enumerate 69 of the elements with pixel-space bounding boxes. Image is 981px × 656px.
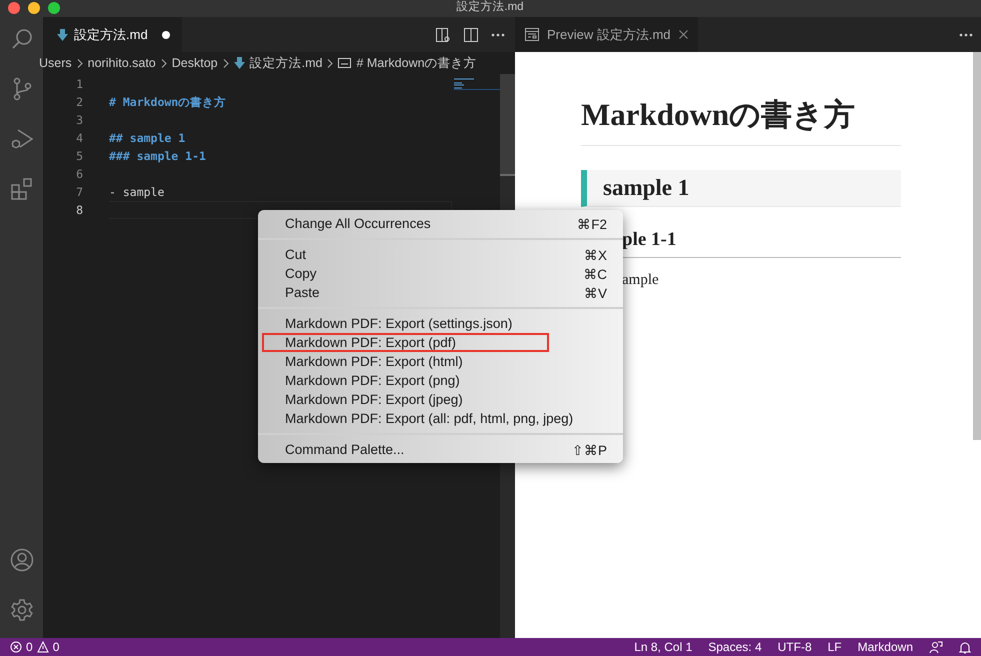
line-number: 8 [75,203,83,217]
close-window-button[interactable] [8,2,20,14]
breadcrumb-item[interactable]: Users [39,56,72,70]
run-debug-icon[interactable] [10,127,34,151]
line-number: 6 [75,167,83,181]
breadcrumb-item[interactable]: # Markdownの書き方 [356,54,477,72]
window-title: 設定方法.md [455,0,525,14]
preview-icon [525,28,539,41]
line-number: 2 [75,95,83,109]
status-item[interactable]: Markdown [858,640,913,654]
problems-indicator[interactable]: 0 0 [10,640,60,654]
code-line: ### sample 1-1 [109,149,206,163]
markdown-file-icon [57,28,68,40]
chevron-icon [76,58,83,68]
line-number: 5 [75,149,83,163]
markdown-file-icon [234,57,245,69]
preview-list-item: ample [622,272,659,288]
menu-item[interactable]: Markdown PDF: Export (html) [262,352,619,371]
menu-item[interactable]: Copy ⌘C [262,264,619,283]
line-number: 4 [75,131,83,145]
menu-item[interactable]: Change All Occurrences ⌘F2 [262,214,619,233]
symbol-icon [338,58,352,68]
account-icon[interactable] [10,548,34,572]
warning-icon [36,641,49,653]
menu-item[interactable]: Paste ⌘V [262,283,619,302]
preview-subheading: sample 1 [581,170,901,207]
chevron-icon [327,58,334,68]
line-number: 3 [75,113,83,127]
status-item[interactable]: Spaces: 4 [708,640,762,654]
menu-item[interactable]: Markdown PDF: Export (settings.json) [262,314,619,333]
notification-bell-icon[interactable] [959,640,971,654]
menu-item[interactable]: Markdown PDF: Export (pdf) [262,333,549,352]
editor-tab[interactable]: 設定方法.md [43,17,182,52]
status-item[interactable]: UTF-8 [778,640,812,654]
status-item[interactable]: LF [828,640,842,654]
feedback-icon[interactable] [929,640,943,654]
code-line: ## sample 1 [109,131,186,145]
zoom-window-button[interactable] [48,2,60,14]
preview-tab[interactable]: Preview 設定方法.md [515,17,698,52]
breadcrumb-item[interactable]: 設定方法.md [250,54,322,72]
preview-heading: Markdownの書き方 [581,94,901,146]
line-number: 1 [75,77,83,91]
close-tab-icon[interactable] [678,30,688,39]
chevron-icon [160,58,167,68]
breadcrumb-item[interactable]: Desktop [172,56,218,70]
split-editor-icon[interactable] [463,26,479,42]
menu-item[interactable]: Markdown PDF: Export (jpeg) [262,390,619,409]
code-line: # Markdownの書き方 [109,94,226,110]
scrollbar-thumb[interactable] [973,52,981,440]
menu-item[interactable]: Command Palette... ⇧⌘P [262,440,619,459]
more-actions-icon[interactable] [959,32,973,36]
menu-item[interactable]: Markdown PDF: Export (all: pdf, html, png, jpeg) [262,409,619,428]
more-actions-icon[interactable] [491,32,505,36]
minimap-drawing [454,78,500,90]
search-icon[interactable] [10,27,34,51]
menu-item[interactable]: Markdown PDF: Export (png) [262,371,619,390]
open-preview-icon[interactable] [435,26,451,42]
code-line: - sample [109,185,164,199]
settings-icon[interactable] [10,598,34,622]
line-number: 7 [75,185,83,199]
scrollbar-thumb[interactable] [500,74,515,176]
extensions-icon[interactable] [10,177,34,201]
preview-subheading: ple 1-1 [622,229,676,250]
breadcrumb-item[interactable]: norihito.sato [88,56,156,70]
error-icon [10,641,22,653]
status-item[interactable]: Ln 8, Col 1 [634,640,692,654]
menu-item[interactable]: Cut ⌘X [262,245,619,264]
minimize-window-button[interactable] [28,2,40,14]
chevron-icon [222,58,229,68]
